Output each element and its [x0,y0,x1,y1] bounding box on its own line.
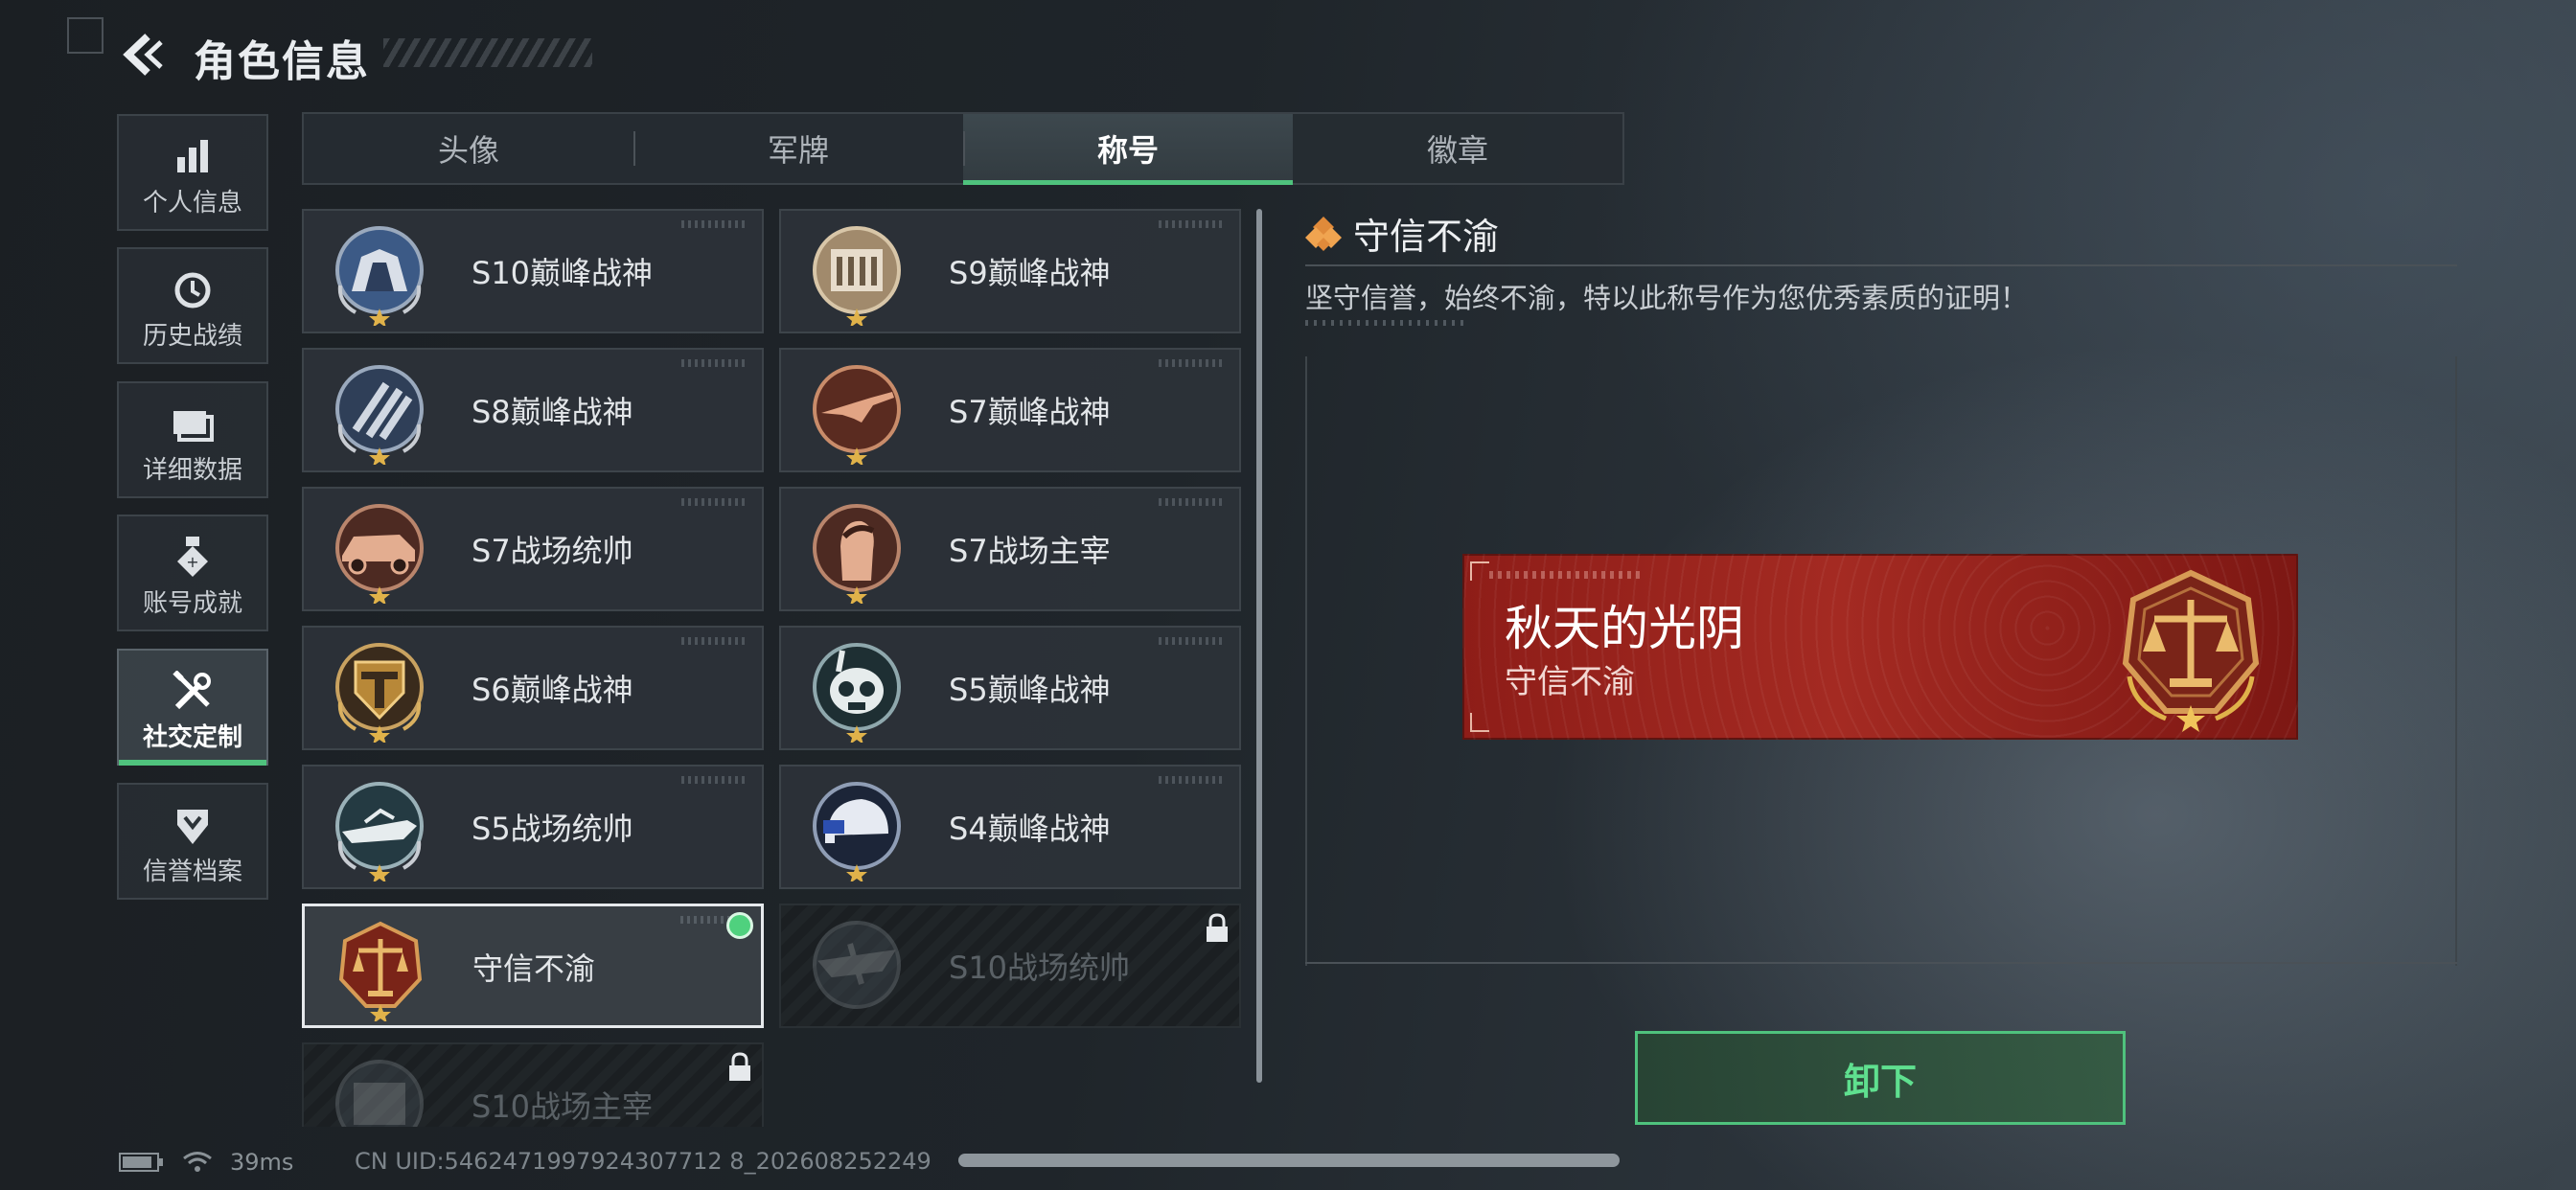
detail-title: 守信不渝 [1353,216,1500,258]
title-card[interactable]: S4巅峰战神 [779,765,1241,889]
banner-title-text: 守信不渝 [1505,663,1635,701]
aircraft-emblem [813,921,901,1009]
armored-car-emblem [335,504,424,604]
title-card[interactable]: S10巅峰战神 [302,209,764,333]
sidebar-item-details[interactable]: 详细数据 [117,381,268,498]
title-name: S7巅峰战神 [949,394,1111,430]
sidebar-item-label: 个人信息 [142,189,242,217]
divider [1305,962,2457,964]
fortress-emblem [813,226,901,326]
wifi-icon [183,1152,212,1172]
title-card[interactable]: S6巅峰战神 [302,626,764,750]
sidebar-item-label: 历史战绩 [142,322,242,351]
title-name: S6巅峰战神 [472,672,633,708]
speedboat-emblem [335,782,424,881]
battery-icon [119,1153,163,1172]
title-name: S4巅峰战神 [949,811,1111,847]
bar-chart-icon [119,135,266,179]
title-card-locked[interactable]: S10战场主宰 [302,1042,764,1127]
uid-text: CN UID:5462471997924307712 8_20260825224… [355,1148,932,1175]
wrench-screwdriver-icon [119,670,266,714]
rifle-emblem [813,365,901,465]
title-name: S7战场统帅 [472,533,633,569]
title-card[interactable]: S5巅峰战神 [779,626,1241,750]
sidebar-item-label: 账号成就 [142,589,242,618]
tab-title[interactable]: 称号 [963,114,1293,185]
title-card-selected[interactable]: 守信不渝 [302,904,764,1028]
sidebar-item-credit[interactable]: 信誉档案 [117,783,268,900]
ping-value: 39ms [230,1149,294,1176]
title-name: S9巅峰战神 [949,255,1111,291]
title-decoration [383,38,592,67]
title-card[interactable]: S7战场主宰 [779,487,1241,611]
title-card[interactable]: S8巅峰战神 [302,348,764,472]
sidebar-item-social-custom[interactable]: 社交定制 [117,649,268,766]
lock-icon [729,1052,750,1081]
tab-dogtag[interactable]: 军牌 [633,114,963,183]
home-indicator[interactable] [958,1154,1620,1167]
sidebar-item-profile[interactable]: 个人信息 [117,114,268,231]
sidebar-item-label: 社交定制 [142,723,242,752]
divider [1305,264,2457,266]
diamond-cluster-icon [1305,217,1342,251]
helmet-nightvision-emblem [813,782,901,881]
shield-chevron-icon [119,804,266,848]
title-card[interactable]: S7巅峰战神 [779,348,1241,472]
title-name: S10战场主宰 [472,1088,654,1125]
title-name: S5巅峰战神 [949,672,1111,708]
equipped-indicator [726,912,753,939]
title-name: S5战场统帅 [472,811,633,847]
history-clock-icon [119,268,266,312]
building-emblem [335,1060,424,1127]
stripes-emblem [335,365,424,465]
t-shield-emblem [335,643,424,743]
title-card[interactable]: S5战场统帅 [302,765,764,889]
tab-avatar[interactable]: 头像 [304,114,633,183]
title-name: S10巅峰战神 [472,255,654,291]
sidebar-item-achievements[interactable]: + 账号成就 [117,515,268,631]
unequip-button[interactable]: 卸下 [1635,1031,2126,1125]
back-arrow-icon[interactable] [119,31,167,79]
decorative-ticks [1305,320,1468,326]
player-name: 秋天的光阴 [1505,601,1744,656]
pagoda-emblem [335,226,424,326]
lock-icon [1207,913,1228,942]
title-card-locked[interactable]: S10战场统帅 [779,904,1241,1028]
status-bar: 39ms [119,1146,293,1179]
soldier-portrait-emblem [813,504,901,604]
detail-description: 坚守信誉，始终不渝，特以此称号作为您优秀素质的证明！ [1305,282,2029,314]
category-tabs: 头像 军牌 称号 徽章 [302,112,1624,185]
title-name: S8巅峰战神 [472,394,633,430]
tab-badge[interactable]: 徽章 [1293,114,1622,183]
corner-marker [67,17,104,54]
title-name: S7战场主宰 [949,533,1111,569]
scales-emblem [338,921,423,1021]
svg-text:+: + [186,553,198,571]
title-card[interactable]: S7战场统帅 [302,487,764,611]
medal-icon: + [119,536,266,580]
sidebar-item-history[interactable]: 历史战绩 [117,247,268,364]
title-name: S10战场统帅 [949,950,1131,986]
title-banner-preview: 秋天的光阴 守信不渝 [1462,554,2298,740]
title-card[interactable]: S9巅峰战神 [779,209,1241,333]
title-list: S10巅峰战神 S9巅峰战神 S8巅峰战神 S7巅峰战神 S7战场统帅 S7战场… [302,209,1260,1127]
sidebar-item-label: 详细数据 [142,456,242,485]
scales-emblem [2122,569,2260,732]
list-scrollbar[interactable] [1256,209,1262,1083]
folder-icon [119,402,266,446]
page-title: 角色信息 [194,37,370,86]
title-name: 守信不渝 [472,950,596,987]
skull-diver-emblem [813,643,901,743]
sidebar-item-label: 信誉档案 [142,858,242,886]
